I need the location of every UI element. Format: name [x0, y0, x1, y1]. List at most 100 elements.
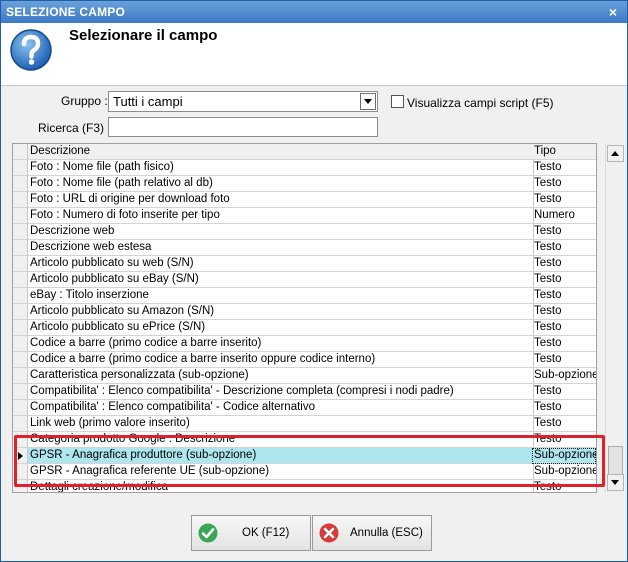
cell-descrizione: GPSR - Anagrafica referente UE (sub-opzi…	[28, 464, 534, 480]
row-indicator	[13, 144, 28, 160]
cell-tipo: Testo	[532, 256, 596, 272]
table-row[interactable]: Foto : Nome file (path relativo al db) Te…	[13, 176, 596, 192]
row-indicator	[13, 384, 28, 400]
cell-descrizione: Foto : URL di origine per download foto	[28, 192, 534, 208]
cell-descrizione: Compatibilita' : Elenco compatibilita' -…	[28, 384, 534, 400]
table-row[interactable]: Articolo pubblicato su Amazon (S/N) Testo	[13, 304, 596, 320]
cell-descrizione: Descrizione web	[28, 224, 534, 240]
chevron-down-icon[interactable]	[360, 93, 376, 110]
cell-descrizione: Codice a barre (primo codice a barre ins…	[28, 352, 534, 368]
row-indicator	[13, 400, 28, 416]
visualizza-label: Visualizza campi script (F5)	[407, 96, 554, 110]
row-indicator	[13, 368, 28, 384]
cell-tipo: Testo	[532, 352, 596, 368]
cell-tipo: Testo	[532, 384, 596, 400]
table-row[interactable]: Codice a barre (primo codice a barre ins…	[13, 336, 596, 352]
row-indicator	[13, 448, 28, 464]
cell-tipo: Testo	[532, 416, 596, 432]
close-icon[interactable]: ×	[605, 4, 621, 20]
dialog-header: Selezionare il campo	[1, 23, 627, 86]
row-indicator	[13, 464, 28, 480]
row-indicator	[13, 416, 28, 432]
table-row[interactable]: Foto : URL di origine per download foto T…	[13, 192, 596, 208]
check-icon	[198, 523, 218, 543]
table-row[interactable]: GPSR - Anagrafica referente UE (sub-opzi…	[13, 464, 596, 480]
ok-button-label: OK (F12)	[242, 527, 290, 539]
cell-descrizione: Articolo pubblicato su web (S/N)	[28, 256, 534, 272]
row-indicator	[13, 352, 28, 368]
dialog-heading: Selezionare il campo	[69, 27, 218, 44]
cell-descrizione: Foto : Numero di foto inserite per tipo	[28, 208, 534, 224]
row-indicator	[13, 256, 28, 272]
row-indicator	[13, 320, 28, 336]
cell-descrizione: Caratteristica personalizzata (sub-opzio…	[28, 368, 534, 384]
cancel-button-label: Annulla (ESC)	[350, 527, 423, 539]
cell-descrizione: Foto : Nome file (path relativo al db)	[28, 176, 534, 192]
visualizza-checkbox[interactable]	[391, 95, 404, 108]
cell-tipo: Sub-opzione	[532, 464, 596, 480]
row-indicator	[13, 192, 28, 208]
row-indicator	[13, 432, 28, 448]
row-indicator	[13, 224, 28, 240]
row-indicator	[13, 272, 28, 288]
table-row[interactable]: eBay : Titolo inserzione Testo	[13, 288, 596, 304]
ok-button[interactable]: OK (F12)	[191, 515, 311, 551]
cell-tipo: Testo	[532, 432, 596, 448]
row-indicator	[13, 304, 28, 320]
table-row[interactable]: Link web (primo valore inserito) Testo	[13, 416, 596, 432]
cell-descrizione: Articolo pubblicato su ePrice (S/N)	[28, 320, 534, 336]
cell-descrizione: GPSR - Anagrafica produttore (sub-opzion…	[28, 448, 534, 464]
table-row[interactable]: Articolo pubblicato su web (S/N) Testo	[13, 256, 596, 272]
table-row[interactable]: Dettagli creazione/modifica Testo	[13, 480, 596, 492]
column-header-descrizione[interactable]: Descrizione	[28, 144, 534, 160]
cell-tipo: Sub-opzione	[532, 368, 596, 384]
row-indicator	[13, 288, 28, 304]
table-row[interactable]: Articolo pubblicato su eBay (S/N) Testo	[13, 272, 596, 288]
row-pointer-icon	[18, 452, 23, 460]
column-header-tipo[interactable]: Tipo	[532, 144, 596, 160]
row-indicator	[13, 176, 28, 192]
vertical-scrollbar[interactable]	[605, 144, 624, 492]
table-row-selected[interactable]: GPSR - Anagrafica produttore (sub-opzion…	[13, 448, 596, 464]
table-row[interactable]: Codice a barre (primo codice a barre ins…	[13, 352, 596, 368]
cell-tipo: Testo	[532, 400, 596, 416]
ricerca-input[interactable]	[108, 117, 378, 137]
cell-tipo: Testo	[532, 192, 596, 208]
table-row[interactable]: Foto : Numero di foto inserite per tipo N…	[13, 208, 596, 224]
cell-tipo: Testo	[532, 480, 596, 492]
cancel-button[interactable]: Annulla (ESC)	[312, 515, 432, 551]
table-row[interactable]: Descrizione web Testo	[13, 224, 596, 240]
cell-descrizione: Codice a barre (primo codice a barre ins…	[28, 336, 534, 352]
table-row[interactable]: Caratteristica personalizzata (sub-opzio…	[13, 368, 596, 384]
row-indicator	[13, 480, 28, 492]
gruppo-select[interactable]: Tutti i campi	[108, 91, 378, 112]
cell-descrizione: Articolo pubblicato su eBay (S/N)	[28, 272, 534, 288]
cell-descrizione: eBay : Titolo inserzione	[28, 288, 534, 304]
row-indicator	[13, 336, 28, 352]
scroll-up-icon[interactable]	[607, 145, 624, 162]
cell-tipo: Testo	[532, 224, 596, 240]
cell-descrizione: Descrizione web estesa	[28, 240, 534, 256]
help-icon	[10, 29, 52, 71]
table-row[interactable]: Categoria prodotto Google : Descrizione T…	[13, 432, 596, 448]
cell-descrizione: Categoria prodotto Google : Descrizione	[28, 432, 534, 448]
row-indicator	[13, 208, 28, 224]
table-row[interactable]: Descrizione web estesa Testo	[13, 240, 596, 256]
cell-tipo: Numero	[532, 208, 596, 224]
cell-tipo: Testo	[532, 272, 596, 288]
row-indicator	[13, 160, 28, 176]
window-title: SELEZIONE CAMPO	[6, 5, 126, 19]
cell-tipo: Testo	[532, 336, 596, 352]
table-row[interactable]: Foto : Nome file (path fisico) Testo	[13, 160, 596, 176]
table-row[interactable]: Articolo pubblicato su ePrice (S/N) Testo	[13, 320, 596, 336]
title-bar[interactable]: SELEZIONE CAMPO ×	[1, 1, 627, 23]
cell-descrizione: Link web (primo valore inserito)	[28, 416, 534, 432]
scroll-down-icon[interactable]	[607, 474, 624, 491]
cell-tipo: Testo	[532, 320, 596, 336]
gruppo-value: Tutti i campi	[113, 94, 183, 109]
ricerca-label: Ricerca (F3) :	[38, 121, 111, 135]
cell-descrizione: Dettagli creazione/modifica	[28, 480, 534, 492]
table-row[interactable]: Compatibilita' : Elenco compatibilita' -…	[13, 384, 596, 400]
table-row[interactable]: Compatibilita' : Elenco compatibilita' -…	[13, 400, 596, 416]
dialog-window: SELEZIONE CAMPO × Selezionare il campo G…	[0, 0, 628, 562]
